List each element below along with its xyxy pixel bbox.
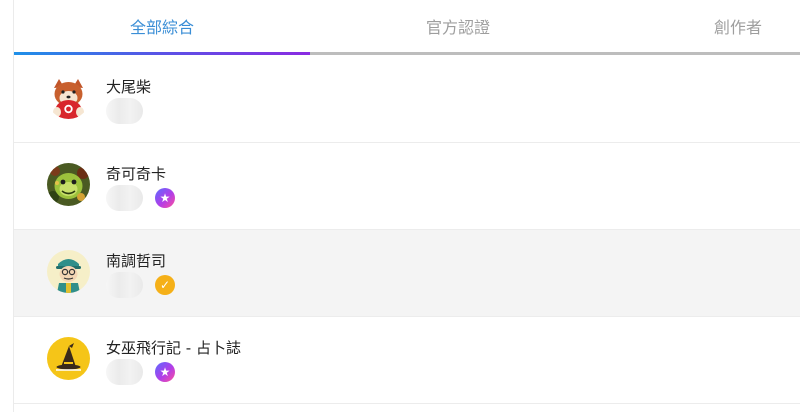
blurred-placeholder <box>106 98 143 124</box>
tab-official[interactable]: 官方認證 <box>310 0 606 52</box>
list-item[interactable]: 女巫飛行記 - 占卜誌 ★ <box>14 317 800 404</box>
tab-underline <box>14 52 800 55</box>
check-icon: ✓ <box>155 275 175 295</box>
star-icon: ★ <box>155 188 175 208</box>
search-results-panel: 全部綜合 官方認證 創作者 大尾柴 奇可奇卡 ★ 南調哲司 ✓ 女巫飛行記 - … <box>0 0 800 412</box>
witch-hat-avatar[interactable] <box>47 337 90 380</box>
blurred-placeholder <box>106 272 143 298</box>
list-item[interactable]: 奇可奇卡 ★ <box>14 143 800 230</box>
cartoon-man-avatar[interactable] <box>47 250 90 293</box>
creator-name[interactable]: 南調哲司 <box>106 250 166 271</box>
star-icon: ★ <box>155 362 175 382</box>
result-tabs: 全部綜合 官方認證 創作者 <box>14 0 800 56</box>
tab-all[interactable]: 全部綜合 <box>14 0 310 52</box>
creator-name[interactable]: 奇可奇卡 <box>106 163 166 184</box>
shiba-avatar[interactable] <box>47 76 90 119</box>
blurred-placeholder <box>106 185 143 211</box>
creator-name[interactable]: 大尾柴 <box>106 76 151 97</box>
result-list: 大尾柴 奇可奇卡 ★ 南調哲司 ✓ 女巫飛行記 - 占卜誌 ★ <box>14 56 800 404</box>
list-item[interactable]: 大尾柴 <box>14 56 800 143</box>
active-tab-indicator <box>14 52 310 55</box>
list-item[interactable]: 南調哲司 ✓ <box>14 230 800 317</box>
tab-creator[interactable]: 創作者 <box>714 0 800 52</box>
blurred-placeholder <box>106 359 143 385</box>
green-creature-avatar[interactable] <box>47 163 90 206</box>
creator-name[interactable]: 女巫飛行記 - 占卜誌 <box>106 337 241 358</box>
